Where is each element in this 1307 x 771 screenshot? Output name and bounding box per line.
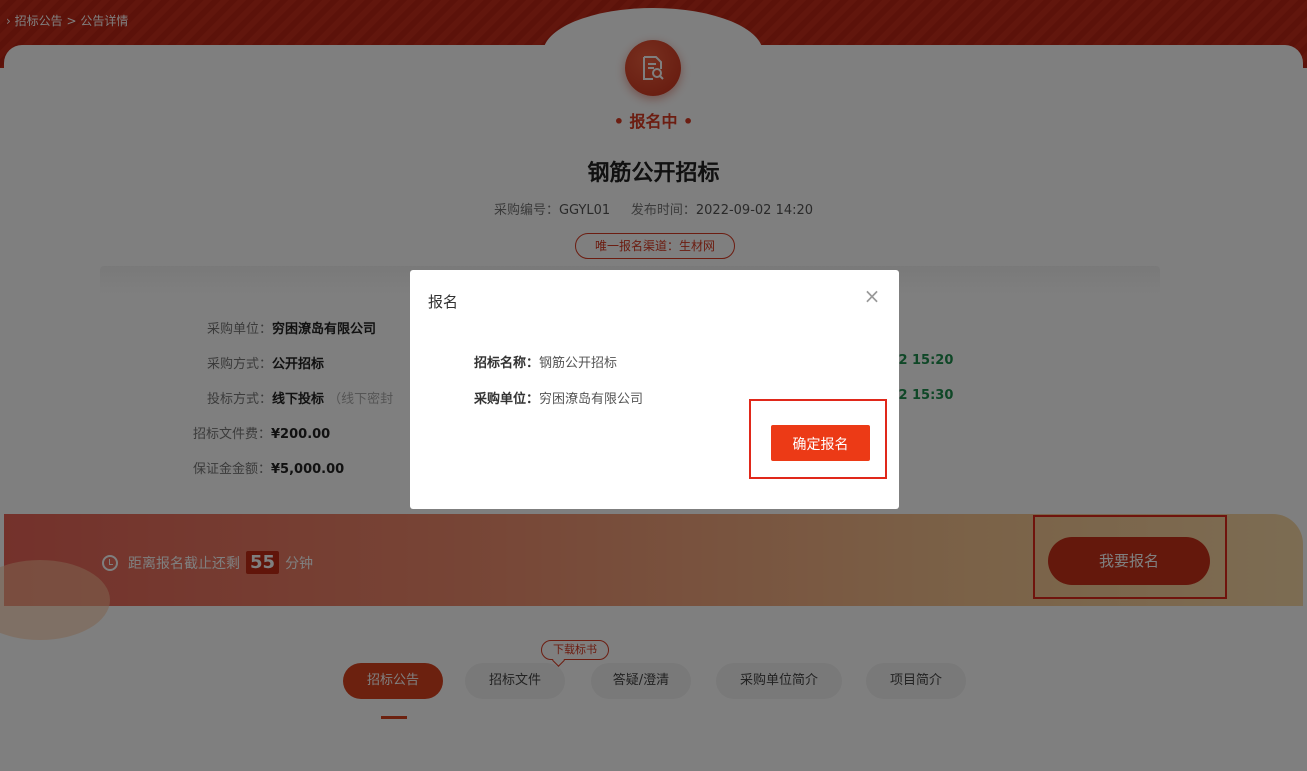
signup-dialog: 报名 × 招标名称：钢筋公开招标 采购单位：穷困潦岛有限公司 确定报名: [410, 270, 899, 509]
tender-name-value: 钢筋公开招标: [539, 356, 618, 371]
dialog-buyer-unit: 采购单位：穷困潦岛有限公司: [474, 388, 643, 407]
tender-name-label: 招标名称：: [474, 356, 540, 371]
dialog-title: 报名: [428, 293, 459, 311]
buyer-unit-value: 穷困潦岛有限公司: [539, 392, 644, 407]
close-icon[interactable]: ×: [862, 286, 882, 306]
confirm-signup-button[interactable]: 确定报名: [771, 425, 870, 461]
buyer-unit-label: 采购单位：: [474, 392, 540, 407]
dialog-tender-name: 招标名称：钢筋公开招标: [474, 352, 617, 371]
